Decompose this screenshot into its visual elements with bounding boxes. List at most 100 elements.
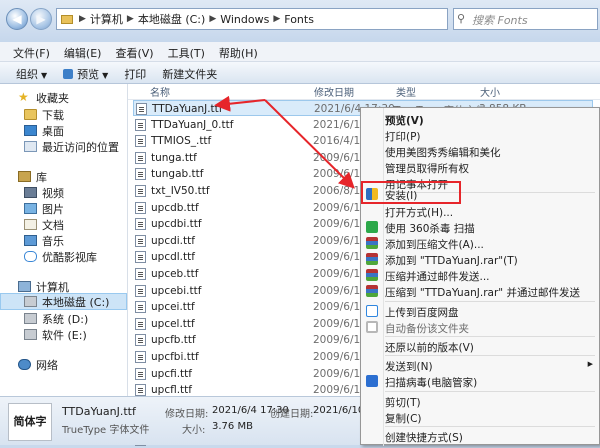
- menu-separator: [385, 391, 595, 392]
- breadcrumb-drive-c[interactable]: 本地磁盘 (C:): [138, 11, 205, 27]
- column-header-name[interactable]: 名称: [150, 84, 170, 99]
- print-button[interactable]: 打印: [118, 62, 156, 83]
- breadcrumb-computer[interactable]: 计算机: [90, 11, 123, 27]
- back-button[interactable]: ◀: [6, 8, 28, 30]
- preview-button[interactable]: 预览 ▼: [57, 62, 118, 83]
- install-highlight-box: [361, 181, 461, 204]
- menu-bar: 文件(F) 编辑(E) 查看(V) 工具(T) 帮助(H): [0, 42, 600, 62]
- sidebar-recent[interactable]: 最近访问的位置: [0, 138, 127, 155]
- detail-filename: TTDaYuanJ.ttf: [62, 405, 136, 418]
- sidebar-label: 桌面: [42, 124, 64, 138]
- sidebar-music[interactable]: 音乐: [0, 232, 127, 249]
- menu-item-copy[interactable]: 复制(C): [361, 409, 599, 425]
- menu-item-cut[interactable]: 剪切(T): [361, 393, 599, 409]
- dropdown-arrow-icon: ▼: [102, 71, 109, 80]
- menu-item-send-to[interactable]: 发送到(N) ▶: [361, 357, 599, 373]
- file-name: tungab.ttf: [151, 168, 204, 181]
- download-folder-icon: [24, 109, 37, 120]
- menu-separator: [385, 336, 595, 337]
- library-icon: [18, 171, 31, 182]
- menu-tools[interactable]: 工具(T): [161, 42, 212, 61]
- menu-separator: [385, 426, 595, 427]
- menu-help[interactable]: 帮助(H): [212, 42, 265, 61]
- menu-item-take-ownership[interactable]: 管理员取得所有权: [361, 159, 599, 175]
- menu-item-compress-email[interactable]: 压缩并通过邮件发送...: [361, 267, 599, 283]
- sidebar-label: 视频: [42, 186, 64, 200]
- address-bar[interactable]: ▶ 计算机 ▶ 本地磁盘 (C:) ▶ Windows ▶ Fonts: [56, 8, 448, 30]
- file-name: upcei.ttf: [151, 301, 195, 314]
- command-toolbar: 组织 ▼ 预览 ▼ 打印 新建文件夹: [0, 62, 600, 84]
- preview-icon: [63, 69, 74, 79]
- menu-item-preview[interactable]: 预览(V): [361, 111, 599, 127]
- menu-item-compress-rar-email[interactable]: 压缩到 "TTDaYuanJ.rar" 并通过邮件发送: [361, 283, 599, 299]
- menu-view[interactable]: 查看(V): [108, 42, 160, 61]
- picture-library-icon: [24, 203, 37, 214]
- menu-item-meitu[interactable]: 使用美图秀秀编辑和美化: [361, 143, 599, 159]
- print-label: 打印: [124, 68, 147, 81]
- column-header-size[interactable]: 大小: [480, 84, 500, 99]
- menu-item-add-rar[interactable]: 添加到 "TTDaYuanJ.rar"(T): [361, 251, 599, 267]
- document-library-icon: [24, 219, 37, 230]
- sidebar-pictures[interactable]: 图片: [0, 200, 127, 217]
- menu-item-label: 压缩并通过邮件发送...: [385, 271, 490, 283]
- network-icon: [18, 359, 31, 370]
- menu-item-label: 剪切(T): [385, 397, 421, 409]
- search-input[interactable]: ⚲ 搜索 Fonts: [453, 8, 598, 30]
- menu-item-label: 添加到 "TTDaYuanJ.rar"(T): [385, 255, 518, 267]
- sidebar-documents[interactable]: 文档: [0, 216, 127, 233]
- sidebar-desktop[interactable]: 桌面: [0, 122, 127, 139]
- menu-item-baidu-pan[interactable]: 上传到百度网盘: [361, 303, 599, 319]
- menu-item-label: 管理员取得所有权: [385, 163, 469, 175]
- submenu-arrow-icon: ▶: [587, 360, 593, 368]
- sidebar-label: 收藏夹: [36, 91, 69, 105]
- font-file-icon: [135, 201, 146, 214]
- menu-item-add-archive[interactable]: 添加到压缩文件(A)...: [361, 235, 599, 251]
- detail-type: TrueType 字体文件: [62, 425, 150, 436]
- navigation-pane: ★ 收藏夹 下载 桌面 最近访问的位置 库 视频 图片 文档 音乐 优酷影视库 计…: [0, 84, 128, 396]
- sidebar-youku[interactable]: 优酷影视库: [0, 248, 127, 265]
- sidebar-label: 库: [36, 170, 47, 184]
- sidebar-drive-e[interactable]: 软件 (E:): [0, 326, 127, 343]
- font-file-icon: [135, 251, 146, 264]
- sidebar-favorites[interactable]: ★ 收藏夹: [0, 89, 127, 106]
- font-file-icon: [135, 367, 146, 380]
- font-file-icon: [135, 317, 146, 330]
- menu-item-open-with[interactable]: 打开方式(H)...: [361, 203, 599, 219]
- sidebar-downloads[interactable]: 下载: [0, 106, 127, 123]
- file-name: upceb.ttf: [151, 268, 199, 280]
- breadcrumb-fonts[interactable]: Fonts: [284, 13, 314, 26]
- menu-item-restore-versions[interactable]: 还原以前的版本(V): [361, 338, 599, 354]
- menu-separator: [385, 301, 595, 302]
- organize-button[interactable]: 组织 ▼: [10, 62, 57, 83]
- menu-item-create-shortcut[interactable]: 创建快捷方式(S): [361, 428, 599, 444]
- menu-file[interactable]: 文件(F): [6, 42, 57, 61]
- sidebar-label: 优酷影视库: [42, 250, 97, 264]
- forward-button[interactable]: ▶: [30, 8, 52, 30]
- font-file-icon: [135, 151, 146, 164]
- column-header-type[interactable]: 类型: [396, 84, 416, 99]
- detail-size: 3.76 MB: [212, 421, 253, 432]
- sidebar-drive-c[interactable]: 本地磁盘 (C:): [0, 293, 127, 310]
- sidebar-network[interactable]: 网络: [0, 356, 127, 373]
- menu-item-label: 复制(C): [385, 413, 422, 425]
- menu-item-360-scan[interactable]: 使用 360杀毒 扫描: [361, 219, 599, 235]
- font-file-icon: [135, 384, 146, 397]
- sidebar-videos[interactable]: 视频: [0, 184, 127, 201]
- file-name: upcfbi.ttf: [151, 351, 199, 363]
- sidebar-library[interactable]: 库: [0, 168, 127, 185]
- breadcrumb-windows[interactable]: Windows: [220, 13, 269, 26]
- font-file-icon: [135, 118, 146, 131]
- new-folder-button[interactable]: 新建文件夹: [156, 62, 227, 83]
- menu-edit[interactable]: 编辑(E): [57, 42, 109, 61]
- menu-item-label: 上传到百度网盘: [385, 307, 459, 319]
- font-thumbnail: 简体字: [8, 403, 52, 441]
- menu-item-auto-backup[interactable]: 自动备份该文件夹: [361, 319, 599, 335]
- menu-item-label: 还原以前的版本(V): [385, 342, 474, 354]
- font-file-icon: [135, 284, 146, 297]
- column-header-date[interactable]: 修改日期: [314, 84, 354, 99]
- menu-item-print[interactable]: 打印(P): [361, 127, 599, 143]
- menu-item-tencent-scan[interactable]: 扫描病毒(电脑管家): [361, 373, 599, 389]
- file-name: upcdi.ttf: [151, 234, 195, 247]
- menu-item-label: 使用 360杀毒 扫描: [385, 223, 475, 235]
- sidebar-drive-d[interactable]: 系统 (D:): [0, 310, 127, 327]
